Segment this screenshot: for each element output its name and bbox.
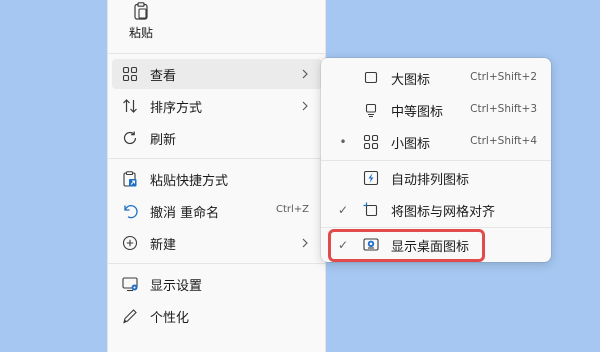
submenu-item-label: 将图标与网格对齐 [391,205,496,220]
selection-mark: • [339,135,347,149]
pen-icon [122,308,138,324]
shortcut-text: Ctrl+Shift+4 [470,135,537,147]
small-icons-icon [363,134,379,150]
menu-item-new[interactable]: 新建 [112,228,322,258]
chevron-right-icon [300,237,310,249]
grid-align-icon [363,202,379,218]
menu-divider [108,263,325,264]
chevron-right-icon [300,68,310,80]
display-settings-icon [122,276,138,292]
submenu-item-label: 自动排列图标 [391,173,470,188]
highlight-annotation-box [328,229,485,262]
paste-button[interactable]: 粘贴 [118,0,164,42]
large-icons-icon [363,70,379,86]
submenu-item-medium-icons[interactable]: 中等图标 Ctrl+Shift+3 [325,95,547,125]
menu-item-sort-by[interactable]: 排序方式 [112,91,322,121]
menu-item-refresh[interactable]: 刷新 [112,123,322,153]
auto-arrange-icon [363,170,379,186]
menu-item-label: 排序方式 [150,101,203,116]
menu-item-label: 个性化 [150,311,190,326]
shortcut-text: Ctrl+Z [275,204,309,215]
selection-mark [338,71,348,83]
medium-icons-icon [363,102,379,118]
menu-item-label: 粘贴快捷方式 [150,174,229,189]
menu-item-display-settings[interactable]: 显示设置 [112,269,322,299]
selection-mark [338,103,348,115]
selection-mark [338,171,348,183]
check-icon: ✓ [338,203,349,217]
menu-item-label: 查看 [150,69,177,84]
undo-icon [122,203,138,219]
menu-item-paste-shortcut[interactable]: 粘贴快捷方式 [112,164,322,194]
submenu-divider [321,160,551,161]
paste-shortcut-icon [122,171,138,187]
desktop-context-menu: 粘贴 查看 排序方式 刷新 粘贴快捷方式 撤消 重命名 Ctrl+Z 新建 显示… [107,0,326,352]
menu-item-label: 刷新 [150,133,177,148]
submenu-item-label: 中等图标 [391,105,444,120]
submenu-item-align-to-grid[interactable]: ✓ 将图标与网格对齐 [325,195,547,225]
menu-item-undo-rename[interactable]: 撤消 重命名 Ctrl+Z [112,196,322,226]
submenu-item-large-icons[interactable]: 大图标 Ctrl+Shift+2 [325,63,547,93]
submenu-item-label: 小图标 [391,137,431,152]
menu-item-personalize[interactable]: 个性化 [112,301,322,331]
sort-arrows-icon [122,98,138,114]
submenu-item-small-icons[interactable]: • 小图标 Ctrl+Shift+4 [325,127,547,157]
shortcut-text: Ctrl+Shift+3 [470,103,537,115]
menu-divider [108,158,325,159]
menu-item-view[interactable]: 查看 [112,59,322,89]
submenu-divider [321,227,551,228]
clipboard-icon [133,2,149,20]
menu-item-label: 显示设置 [150,279,203,294]
menu-item-label: 新建 [150,238,177,253]
menu-item-label: 撤消 重命名 [150,206,220,221]
chevron-right-icon [300,100,310,112]
plus-circle-icon [122,235,138,251]
grid-icon [122,66,138,82]
submenu-item-auto-arrange[interactable]: 自动排列图标 [325,163,547,193]
refresh-icon [122,130,138,146]
shortcut-text: Ctrl+Shift+2 [470,71,537,83]
submenu-item-label: 大图标 [391,73,431,88]
menu-divider [108,53,325,54]
paste-label: 粘贴 [128,26,153,40]
